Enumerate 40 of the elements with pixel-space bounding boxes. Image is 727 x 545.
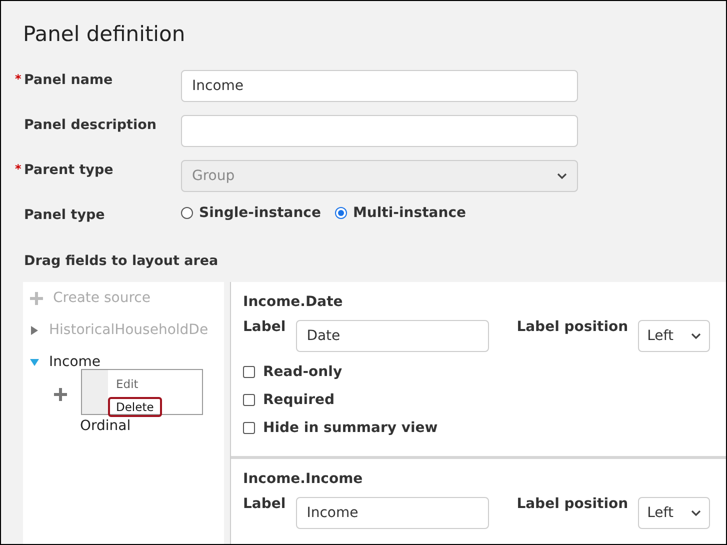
field-title: Income.Income	[243, 471, 364, 487]
text-field[interactable]: Income	[181, 70, 578, 102]
menu-icon-column	[82, 370, 108, 414]
chevron-down-icon	[557, 172, 567, 180]
section-heading: Drag fields to layout area	[24, 253, 220, 269]
menu-item[interactable]: Edit	[108, 374, 146, 394]
required-icon: *	[15, 72, 24, 88]
required-icon: *	[15, 162, 24, 178]
field-label: Label position	[516, 318, 628, 335]
checkbox[interactable]	[243, 422, 255, 434]
menu-item[interactable]: Delete	[108, 397, 162, 417]
field-label: Panel type	[24, 207, 105, 223]
radio-button[interactable]	[181, 207, 193, 219]
plus-icon[interactable]	[54, 388, 67, 400]
page-title: Panel definition	[23, 22, 186, 46]
radio-label: Multi-instance	[352, 205, 466, 221]
field-label: Panel name	[24, 72, 113, 88]
radio-label: Single-instance	[199, 205, 321, 221]
tree-item[interactable]: Income	[49, 354, 101, 370]
chevron-down-icon	[691, 332, 702, 340]
field-label: Label	[243, 318, 286, 335]
expanded-arrow-icon[interactable]	[30, 358, 39, 366]
label-position-select[interactable]: Left	[638, 320, 710, 352]
chevron-down-icon	[691, 510, 702, 516]
field-label: Label	[243, 495, 286, 512]
checkbox-label: Hide in summary view	[263, 420, 438, 436]
field-label: Label position	[516, 495, 628, 512]
label-field[interactable]: Date	[296, 320, 489, 352]
tree-item[interactable]: Ordinal	[80, 418, 131, 434]
field-title: Income.Date	[243, 294, 344, 310]
field-label: Parent type	[24, 162, 114, 178]
label-field[interactable]: Income	[296, 497, 489, 529]
label-position-select[interactable]: Left	[638, 497, 710, 529]
field-label: Panel description	[24, 117, 157, 133]
checkbox-label: Read-only	[263, 364, 342, 380]
checkbox[interactable]	[243, 394, 255, 406]
checkbox-label: Required	[263, 392, 334, 408]
checkbox[interactable]	[243, 366, 255, 378]
radio-button[interactable]	[334, 207, 347, 219]
text-field[interactable]	[181, 115, 578, 147]
